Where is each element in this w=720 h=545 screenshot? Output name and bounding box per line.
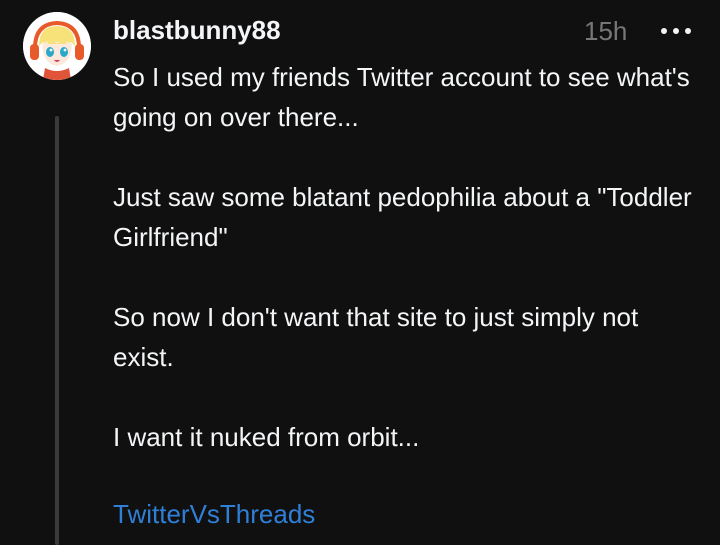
avatar[interactable] [23, 12, 91, 80]
post-paragraph: So I used my friends Twitter account to … [113, 62, 690, 132]
anime-avatar-icon [23, 12, 91, 80]
thread-post: blastbunny88 15h So I used my friends Tw… [0, 0, 720, 545]
post-body: So I used my friends Twitter account to … [113, 57, 703, 497]
author-username[interactable]: blastbunny88 [113, 13, 281, 47]
topic-tag-link[interactable]: TwitterVsThreads [113, 496, 315, 532]
post-timestamp: 15h [584, 16, 628, 46]
post-paragraph: So now I don't want that site to just si… [113, 302, 639, 372]
post-paragraph: I want it nuked from orbit... [113, 422, 420, 452]
thread-line [55, 116, 59, 545]
more-options-button[interactable] [657, 20, 695, 42]
more-horizontal-icon [661, 28, 691, 34]
post-paragraph: Just saw some blatant pedophilia about a… [113, 182, 692, 252]
